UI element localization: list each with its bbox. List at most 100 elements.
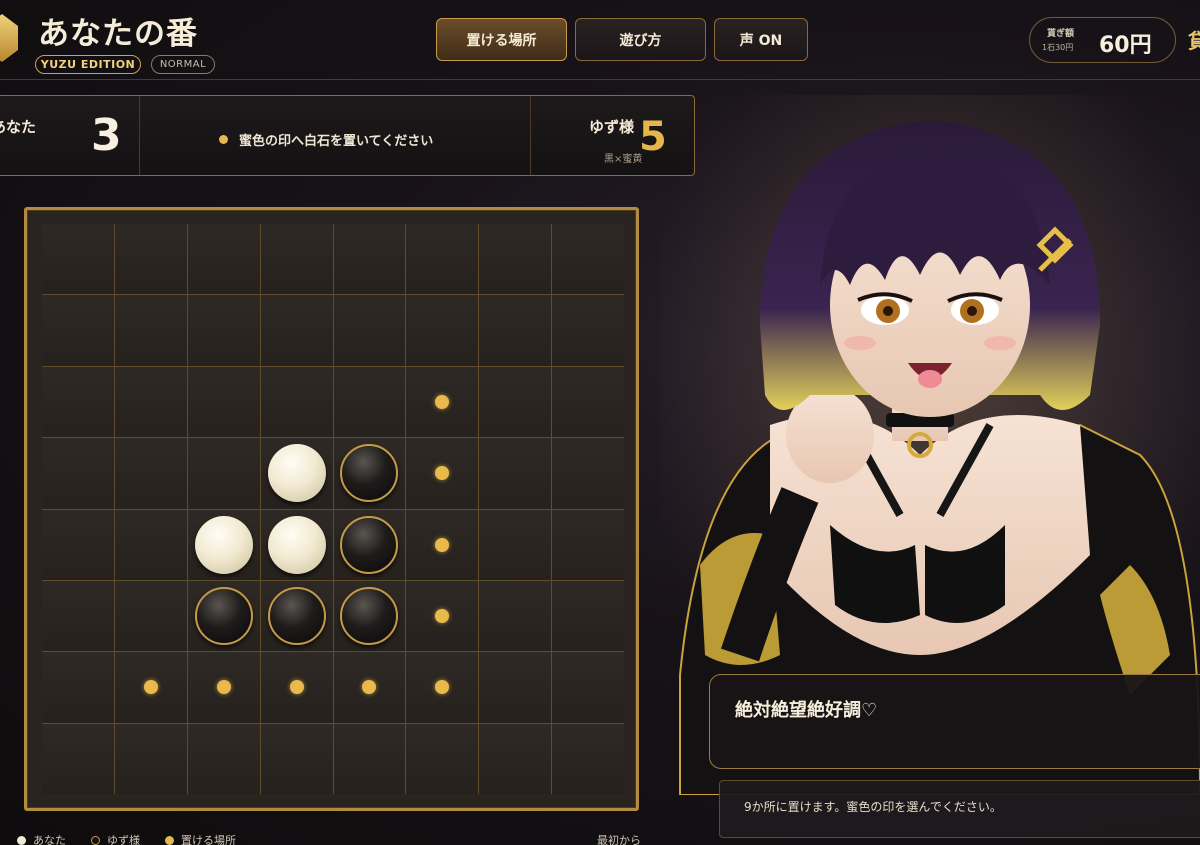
placeable-hint-dot[interactable] bbox=[435, 537, 450, 552]
board-cell bbox=[260, 509, 333, 580]
board-cell bbox=[260, 295, 333, 366]
turn-instruction: 蜜色の印へ白石を置いてください bbox=[239, 134, 434, 149]
board-cell bbox=[552, 295, 624, 366]
gold-dot-icon bbox=[219, 135, 228, 144]
legend-you: あなた bbox=[17, 832, 66, 845]
black-disc bbox=[340, 444, 399, 503]
board-cell bbox=[406, 224, 479, 295]
how-to-play-button[interactable]: 遊び方 bbox=[575, 18, 706, 61]
board-cell bbox=[479, 580, 552, 652]
board-cell bbox=[552, 723, 624, 794]
opponent-color-label: 黒×蜜黄 bbox=[604, 154, 643, 165]
white-disc bbox=[267, 444, 326, 503]
legend-placeable: 置ける場所 bbox=[165, 832, 236, 845]
board-cell bbox=[42, 723, 114, 794]
placeable-hint-dot[interactable] bbox=[435, 466, 450, 481]
board-cell bbox=[552, 224, 624, 295]
board-cell bbox=[479, 723, 552, 794]
info-box: 9か所に置けます。蜜色の印を選んでください。 bbox=[719, 780, 1200, 838]
board-grid bbox=[42, 224, 624, 794]
board-cell bbox=[552, 509, 624, 580]
legend-yuzu-label: ゆず様 bbox=[107, 834, 140, 845]
board-cell bbox=[42, 580, 114, 652]
board-cell bbox=[479, 295, 552, 366]
show-placeable-button[interactable]: 置ける場所 bbox=[436, 18, 567, 61]
board-cell bbox=[333, 438, 406, 509]
white-disc-icon bbox=[17, 835, 26, 845]
placeable-hint-dot[interactable] bbox=[289, 680, 304, 695]
board-cell bbox=[333, 723, 406, 794]
board-cell bbox=[114, 723, 187, 794]
board-cell bbox=[114, 366, 187, 438]
black-disc bbox=[267, 587, 326, 646]
money-amount: 60円 bbox=[1099, 33, 1152, 58]
score-divider bbox=[530, 96, 531, 175]
character-speech-bubble: 絶対絶望絶好調♡ bbox=[709, 674, 1200, 769]
board-cell[interactable] bbox=[406, 366, 479, 438]
placeable-hint-dot[interactable] bbox=[435, 394, 450, 409]
board-cell[interactable] bbox=[406, 580, 479, 652]
board-cell bbox=[114, 295, 187, 366]
board-cell[interactable] bbox=[187, 652, 260, 723]
board-cell bbox=[479, 652, 552, 723]
board-cell bbox=[187, 366, 260, 438]
score-divider bbox=[139, 96, 140, 175]
board-cell bbox=[479, 224, 552, 295]
board-cell bbox=[114, 509, 187, 580]
top-header: あなたの番 YUZU EDITION NORMAL 置ける場所 遊び方 声 ON… bbox=[0, 0, 1200, 80]
black-disc-icon bbox=[91, 835, 100, 845]
legend-yuzu: ゆず様 bbox=[91, 832, 140, 845]
board-cell bbox=[260, 580, 333, 652]
legend-placeable-label: 置ける場所 bbox=[181, 834, 236, 845]
board-cell[interactable] bbox=[114, 652, 187, 723]
money-rate: 1石30円 bbox=[1042, 43, 1074, 52]
placeable-hint-dot[interactable] bbox=[435, 609, 450, 624]
board-cell[interactable] bbox=[406, 438, 479, 509]
player-score: 3 bbox=[91, 110, 122, 161]
placeable-hint-dot[interactable] bbox=[143, 680, 158, 695]
board-cell bbox=[42, 295, 114, 366]
board-cell bbox=[479, 509, 552, 580]
board-cell bbox=[42, 652, 114, 723]
black-disc bbox=[340, 587, 399, 646]
board-cell[interactable] bbox=[260, 652, 333, 723]
board-cell bbox=[479, 438, 552, 509]
board-cell bbox=[187, 723, 260, 794]
board-cell bbox=[479, 366, 552, 438]
black-disc bbox=[340, 515, 399, 574]
othello-board bbox=[24, 207, 639, 811]
board-cell bbox=[333, 224, 406, 295]
placeable-hint-dot[interactable] bbox=[362, 680, 377, 695]
opponent-name: ゆず様 bbox=[589, 118, 635, 136]
board-cell[interactable] bbox=[406, 652, 479, 723]
board-cell bbox=[333, 295, 406, 366]
edition-badge: YUZU EDITION bbox=[35, 55, 141, 74]
board-cell bbox=[187, 580, 260, 652]
turn-title: あなたの番 bbox=[38, 16, 198, 52]
hint-dot-icon bbox=[165, 835, 174, 845]
board-cell bbox=[187, 224, 260, 295]
board-cell[interactable] bbox=[406, 509, 479, 580]
info-text: 9か所に置けます。蜜色の印を選んでください。 bbox=[744, 800, 1002, 814]
placeable-hint-dot[interactable] bbox=[216, 680, 231, 695]
board-cell bbox=[114, 580, 187, 652]
board-cell bbox=[333, 580, 406, 652]
board-cell bbox=[187, 438, 260, 509]
speech-text: 絶対絶望絶好調♡ bbox=[735, 700, 878, 721]
board-cell bbox=[42, 509, 114, 580]
restart-button[interactable]: 最初から bbox=[597, 832, 641, 845]
player-name: あなた bbox=[0, 118, 37, 136]
legend-you-label: あなた bbox=[33, 834, 66, 845]
money-label: 貰ぎ額 bbox=[1047, 29, 1075, 39]
board-cell bbox=[260, 438, 333, 509]
voice-toggle-button[interactable]: 声 ON bbox=[714, 18, 808, 61]
board-cell[interactable] bbox=[333, 652, 406, 723]
hexagon-logo-icon bbox=[0, 14, 18, 62]
placeable-hint-dot[interactable] bbox=[435, 680, 450, 695]
board-cell bbox=[187, 295, 260, 366]
board-cell bbox=[260, 224, 333, 295]
money-display: 貰ぎ額 1石30円 60円 bbox=[1029, 17, 1176, 63]
board-cell bbox=[42, 224, 114, 295]
white-disc bbox=[194, 515, 253, 574]
difficulty-badge: NORMAL bbox=[151, 55, 215, 74]
